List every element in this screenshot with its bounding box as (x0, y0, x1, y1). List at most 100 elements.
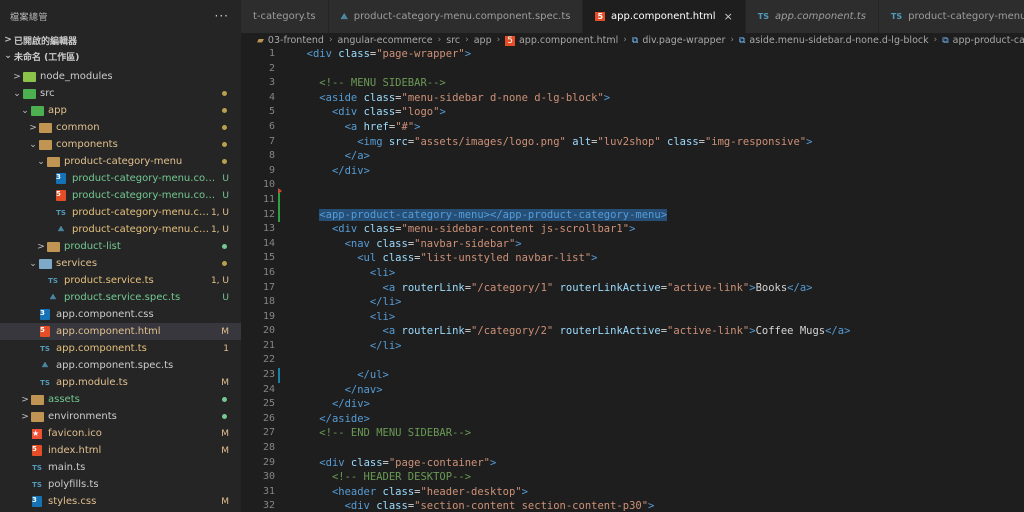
file-tree-item[interactable]: TS main.ts (0, 459, 241, 476)
file-tree-item[interactable]: 5 product-category-menu.comp... U (0, 187, 241, 204)
file-tree-item[interactable]: 3 app.component.css (0, 306, 241, 323)
chevron-down-icon: ⌄ (21, 105, 29, 116)
line-number: 25 (262, 398, 275, 410)
file-tree-item-name: main.ts (48, 462, 86, 473)
editor-tab-label: app.component.html (611, 11, 716, 22)
code-tokens: </div> (294, 165, 370, 177)
file-tree-item[interactable]: 3 styles.css M (0, 493, 241, 510)
code-line: 31 <header class="header-desktop"> (241, 485, 1024, 500)
file-tree-item[interactable]: 3 product-category-menu.comp... U (0, 170, 241, 187)
file-tree-item[interactable]: 5 index.html M (0, 442, 241, 459)
file-tree-item[interactable]: > environments (0, 408, 241, 425)
code-content: <header class="header-desktop"> (294, 485, 528, 500)
folder-icon (30, 411, 44, 423)
line-number: 28 (262, 442, 275, 454)
file-tree-item[interactable]: TS product-category-menu.com... 1, U (0, 204, 241, 221)
file-tree-item[interactable]: TS app.component.ts 1 (0, 340, 241, 357)
line-number: 30 (262, 471, 275, 483)
code-token: "navbar-sidebar" (414, 237, 516, 250)
breadcrumb-item[interactable]: ⧉app-product-categor (942, 35, 1024, 46)
editor-tab[interactable]: ⟁ product-category-menu.component.spec.ts (328, 0, 584, 33)
file-tree-item[interactable]: ⟁ app.component.spec.ts (0, 357, 241, 374)
file-tree-item[interactable]: TS polyfills.ts (0, 476, 241, 493)
file-tree-item[interactable]: ⌄ components (0, 136, 241, 153)
code-token: class (363, 223, 396, 236)
code-line: 30 <!-- HEADER DESKTOP--> (241, 470, 1024, 485)
breadcrumb-item[interactable]: 5 app.component.html (505, 35, 618, 46)
code-token: > (629, 223, 636, 236)
code-editor[interactable]: 1 <div class="page-wrapper"> 2 3 <!-- MENU… (241, 47, 1024, 512)
file-tree-item[interactable]: > product-list (0, 238, 241, 255)
file-tree-item-name: app.component.css (56, 309, 154, 320)
line-number: 14 (262, 237, 275, 249)
code-token: "list-unstyled navbar-list" (420, 252, 592, 265)
breadcrumb-item[interactable]: src (446, 35, 460, 46)
file-tree-item[interactable]: 5 app.component.html M (0, 323, 241, 340)
file-tree-item[interactable]: ⟁ product.service.spec.ts U (0, 289, 241, 306)
file-tree-item[interactable]: ⌄ services (0, 255, 241, 272)
git-status-badge: U (222, 173, 229, 184)
file-tree-item[interactable]: ⌄ product-category-menu (0, 153, 241, 170)
code-token: class (376, 237, 408, 250)
breadcrumb-item[interactable]: app (474, 35, 492, 46)
chevron-right-icon: › (465, 35, 469, 45)
line-number: 11 (262, 193, 275, 205)
editor-tab[interactable]: 5 app.component.html × (583, 0, 746, 33)
file-tree-item-name: app.module.ts (56, 377, 128, 388)
file-tree-item[interactable]: > common (0, 119, 241, 136)
html-file-icon: 5 (30, 445, 44, 457)
breadcrumb-label: 03-frontend (267, 34, 324, 46)
code-content: <div class="page-container"> (294, 456, 496, 471)
file-tree-item[interactable]: ★ favicon.ico M (0, 425, 241, 442)
code-tokens: <li> (294, 267, 395, 279)
code-content: <li> (294, 310, 395, 325)
file-tree-item[interactable]: TS app.module.ts M (0, 374, 241, 391)
git-status-badge: U (222, 190, 229, 201)
code-line: 25 </div> (241, 397, 1024, 412)
file-tree-item[interactable]: ⌄ src (0, 85, 241, 102)
code-tokens: </li> (294, 296, 402, 308)
breadcrumb-item[interactable]: angular-ecommerce (338, 35, 433, 46)
open-editors-section[interactable]: > 已開啟的編輯器 (0, 32, 241, 48)
code-line: 2 (241, 62, 1024, 77)
code-content: <nav class="navbar-sidebar"> (294, 237, 522, 252)
workspace-section[interactable]: ⌄ 未命名 (工作區) (0, 48, 241, 64)
folder-shape (30, 105, 44, 116)
git-status-badge: U (222, 292, 229, 303)
chevron-down-icon: ⌄ (29, 139, 37, 150)
code-token: class (363, 91, 396, 104)
code-token: nav (357, 383, 377, 396)
css-file-icon: 3 (30, 496, 44, 508)
code-token: > (388, 310, 396, 323)
breadcrumb-item[interactable]: ⧉ aside.menu-sidebar.d-none.d-lg-block (739, 35, 929, 46)
typescript-file-icon: TS (40, 344, 50, 353)
code-tokens: <!-- END MENU SIDEBAR--> (294, 427, 471, 439)
breadcrumb-item[interactable]: ▰ 03-frontend (257, 35, 324, 46)
test-spec-icon: ⟁ (57, 225, 65, 233)
editor-tab[interactable]: t-category.ts (241, 0, 329, 33)
close-icon[interactable]: × (724, 10, 733, 23)
favicon-file-icon: ★ (30, 428, 44, 440)
code-content: <app-product-category-menu></app-product… (294, 208, 668, 223)
file-tree-item[interactable]: TS product.service.ts 1, U (0, 272, 241, 289)
code-token: class (667, 135, 699, 148)
html5-shield: 5 (32, 445, 42, 456)
typescript-file-icon: TS (890, 12, 903, 21)
code-line: 10 (241, 178, 1024, 195)
git-status-badge: 1 (223, 343, 229, 354)
code-content: </li> (294, 295, 402, 310)
breadcrumb-item[interactable]: ⧉ div.page-wrapper (632, 35, 725, 46)
file-tree-item[interactable]: > node_modules (0, 68, 241, 85)
file-tree-item[interactable]: ⌄ app (0, 102, 241, 119)
editor-tab[interactable]: TS product-category-menu.component.ts (878, 0, 1024, 33)
file-tree-item[interactable]: ⟁ product-category-menu.com... 1, U (0, 221, 241, 238)
more-actions-icon[interactable]: ··· (215, 9, 229, 23)
code-tokens: </aside> (294, 413, 370, 425)
code-token: aside (331, 412, 364, 425)
line-number: 18 (262, 296, 275, 308)
editor-tab[interactable]: TS app.component.ts (745, 0, 879, 33)
file-tree-item[interactable]: > assets (0, 391, 241, 408)
